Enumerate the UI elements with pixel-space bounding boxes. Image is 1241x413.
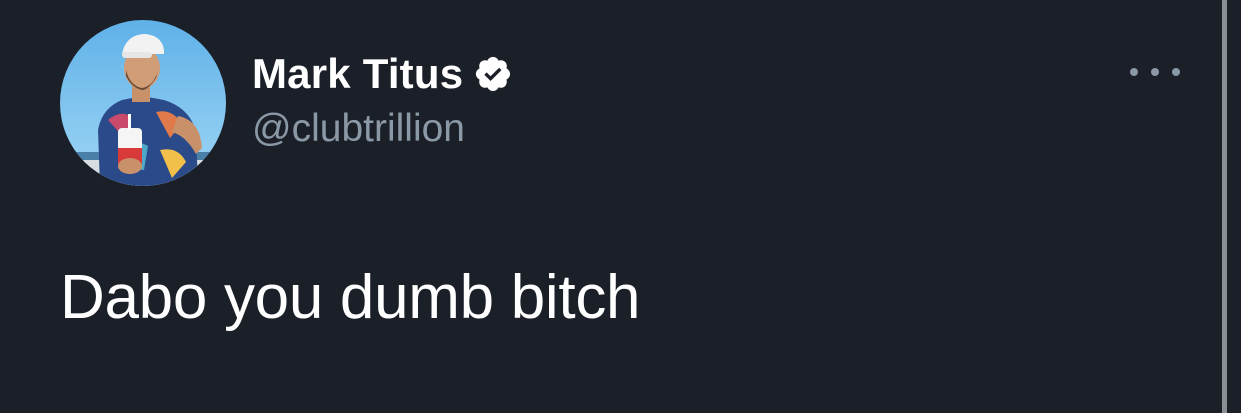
author-display-name[interactable]: Mark Titus [252,50,463,98]
avatar-photo [60,20,226,186]
scrollbar[interactable] [1222,0,1227,413]
tweet-card: Mark Titus @clubtrillion Dabo you dumb b… [0,0,1241,413]
more-dot [1130,68,1138,76]
tweet-text: Dabo you dumb bitch [60,263,641,332]
verified-badge-icon [473,54,513,94]
more-options-icon[interactable] [1130,60,1180,84]
author-name-row: Mark Titus [252,46,513,102]
more-dot [1151,68,1159,76]
author-avatar[interactable] [60,20,226,186]
more-dot [1172,68,1180,76]
author-handle[interactable]: @clubtrillion [252,107,465,151]
